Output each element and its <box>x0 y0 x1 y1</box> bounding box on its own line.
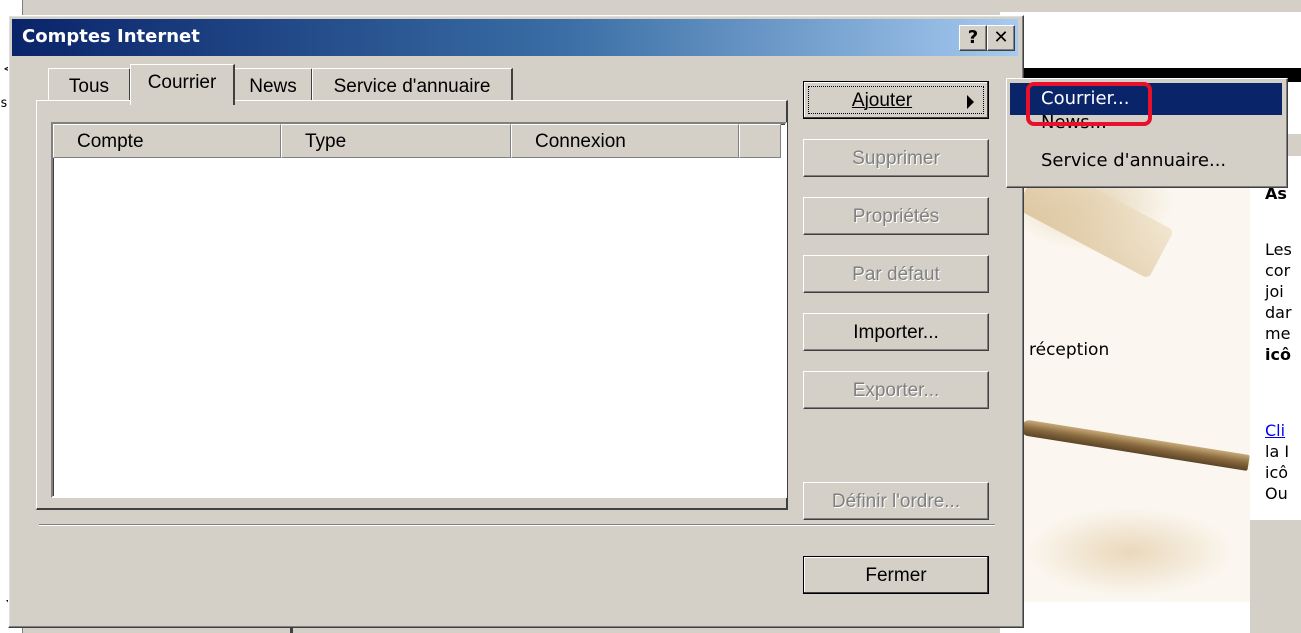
add-button[interactable]: Ajouter <box>803 81 989 119</box>
help-line: dar <box>1265 303 1292 322</box>
help-line: me <box>1265 324 1291 343</box>
close-button[interactable]: Fermer <box>803 556 989 594</box>
help-line: icô <box>1265 463 1289 482</box>
help-line: Les <box>1265 240 1292 259</box>
export-button[interactable]: Exporter... <box>803 371 989 409</box>
column-header-connexion[interactable]: Connexion <box>511 124 739 158</box>
help-line: cor <box>1265 261 1291 280</box>
help-line: la I <box>1265 442 1290 461</box>
highlight-annotation <box>1026 82 1152 126</box>
accounts-list[interactable]: Compte Type Connexion <box>51 122 787 498</box>
column-header-compte[interactable]: Compte <box>53 124 281 158</box>
set-order-button[interactable]: Définir l'ordre... <box>803 482 989 520</box>
tab-courrier[interactable]: Courrier <box>130 64 235 105</box>
background-gray-area <box>1250 520 1301 633</box>
dialog-separator <box>39 524 995 526</box>
submenu-arrow-icon <box>967 95 974 109</box>
pen-illustration-icon <box>1020 419 1250 471</box>
background-toolbar <box>1000 0 1301 12</box>
help-button[interactable]: ? <box>959 25 987 51</box>
menu-item-service-annuaire[interactable]: Service d'annuaire... <box>1010 145 1282 177</box>
help-line: joi <box>1265 282 1284 301</box>
properties-button[interactable]: Propriétés <box>803 197 989 235</box>
column-header-spacer <box>739 124 781 158</box>
column-header-type[interactable]: Type <box>281 124 511 158</box>
close-icon[interactable]: ✕ <box>987 25 1015 51</box>
help-line: Ou <box>1265 484 1288 503</box>
reception-text: réception <box>1029 340 1110 360</box>
import-button[interactable]: Importer... <box>803 313 989 351</box>
dialog-titlebar[interactable]: Comptes Internet ? ✕ <box>12 19 1018 56</box>
add-button-label: Ajouter <box>851 90 913 111</box>
help-line: icô <box>1265 345 1291 364</box>
dialog-title: Comptes Internet <box>22 26 200 47</box>
set-default-button[interactable]: Par défaut <box>803 255 989 293</box>
help-link[interactable]: Cli <box>1265 420 1285 441</box>
remove-button[interactable]: Supprimer <box>803 139 989 177</box>
